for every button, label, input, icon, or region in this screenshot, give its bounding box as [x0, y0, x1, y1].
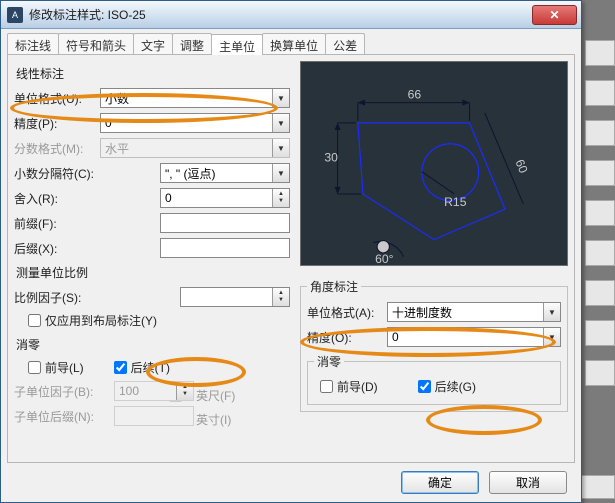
zero-left-group-title: 消零 [16, 336, 290, 353]
spin-arrows-icon[interactable]: ▲▼ [272, 189, 289, 207]
ang-trailing-label: 后续(G) [435, 378, 476, 395]
scale-factor-spin[interactable]: ▲▼ [180, 287, 290, 307]
chevron-down-icon: ▼ [272, 139, 289, 157]
close-icon: ✕ [549, 8, 559, 22]
angular-group-title: 角度标注 [307, 278, 361, 295]
svg-text:60: 60 [512, 157, 530, 175]
chevron-down-icon: ▼ [272, 89, 289, 107]
tab-alt-units[interactable]: 换算单位 [262, 33, 326, 54]
svg-text:60°: 60° [375, 252, 394, 265]
scale-group-title: 测量单位比例 [16, 264, 290, 281]
tab-strip: 标注线 符号和箭头 文字 调整 主单位 换算单位 公差 [7, 33, 575, 55]
app-icon: A [7, 7, 23, 23]
layout-only-checkbox[interactable] [28, 314, 41, 327]
ang-precision-combo[interactable]: 0 ▼ [387, 327, 561, 347]
ang-unit-format-label: 单位格式(A): [307, 304, 387, 321]
angular-zero-group: 消零 前导(D) 后续(G) [307, 353, 561, 405]
ang-precision-label: 精度(O): [307, 329, 387, 346]
trailing-label: 后续(T) [131, 359, 170, 376]
leading-label: 前导(L) [45, 359, 84, 376]
decimal-sep-combo[interactable]: ", " (逗点) ▼ [160, 163, 290, 183]
svg-text:66: 66 [408, 88, 422, 102]
ang-unit-format-combo[interactable]: 十进制度数 ▼ [387, 302, 561, 322]
trailing-checkbox[interactable] [114, 361, 127, 374]
chevron-down-icon: ▼ [272, 164, 289, 182]
decimal-sep-label: 小数分隔符(C): [14, 165, 100, 182]
dialog-window: A 修改标注样式: ISO-25 ✕ 标注线 符号和箭头 文字 调整 主单位 换… [0, 0, 582, 503]
chevron-down-icon: ▼ [543, 303, 560, 321]
sub-factor-spin: ▲▼ [114, 381, 194, 401]
suffix-label: 后缀(X): [14, 240, 100, 257]
preview-pane: 66 30 60 R15 60° [300, 61, 568, 266]
scale-factor-label: 比例因子(S): [14, 289, 100, 306]
layout-only-label: 仅应用到布局标注(Y) [45, 312, 157, 329]
unit-format-combo[interactable]: 小数 ▼ [100, 88, 290, 108]
tab-arrows[interactable]: 符号和箭头 [58, 33, 134, 54]
tab-tolerances[interactable]: 公差 [325, 33, 365, 54]
round-label: 舍入(R): [14, 190, 100, 207]
sub-factor-label: 子单位因子(B): [14, 383, 114, 400]
window-title: 修改标注样式: ISO-25 [29, 6, 146, 23]
ang-leading-label: 前导(D) [337, 378, 378, 395]
leading-checkbox[interactable] [28, 361, 41, 374]
cancel-button[interactable]: 取消 [489, 471, 567, 494]
tab-fit[interactable]: 调整 [172, 33, 212, 54]
tab-text[interactable]: 文字 [133, 33, 173, 54]
round-spin[interactable]: ▲▼ [160, 188, 290, 208]
sub-suffix-input [114, 406, 194, 426]
fraction-format-combo: 水平 ▼ [100, 138, 290, 158]
suffix-input[interactable] [160, 238, 290, 258]
linear-group-title: 线性标注 [16, 65, 290, 82]
close-button[interactable]: ✕ [532, 5, 577, 25]
angular-group: 角度标注 单位格式(A): 十进制度数 ▼ 精度(O): 0 [300, 278, 568, 412]
chevron-down-icon: ▼ [272, 114, 289, 132]
ang-trailing-checkbox[interactable] [418, 380, 431, 393]
angular-zero-title: 消零 [314, 353, 344, 370]
titlebar: A 修改标注样式: ISO-25 ✕ [1, 1, 581, 29]
prefix-label: 前缀(F): [14, 215, 100, 232]
sub-suffix-label: 子单位后缀(N): [14, 408, 114, 425]
fraction-format-label: 分数格式(M): [14, 140, 100, 157]
tab-primary-units[interactable]: 主单位 [211, 34, 263, 55]
precision-combo[interactable]: 0 ▼ [100, 113, 290, 133]
chevron-down-icon: ▼ [543, 328, 560, 346]
spin-arrows-icon[interactable]: ▲▼ [272, 288, 289, 306]
ok-button[interactable]: 确定 [401, 471, 479, 494]
ang-leading-checkbox[interactable] [320, 380, 333, 393]
spin-arrows-icon: ▲▼ [176, 382, 193, 400]
prefix-input[interactable] [160, 213, 290, 233]
svg-text:R15: R15 [444, 195, 467, 209]
precision-label: 精度(P): [14, 115, 100, 132]
svg-text:30: 30 [324, 150, 338, 164]
unit-format-label: 单位格式(U): [14, 90, 100, 107]
tab-lines[interactable]: 标注线 [7, 33, 59, 54]
